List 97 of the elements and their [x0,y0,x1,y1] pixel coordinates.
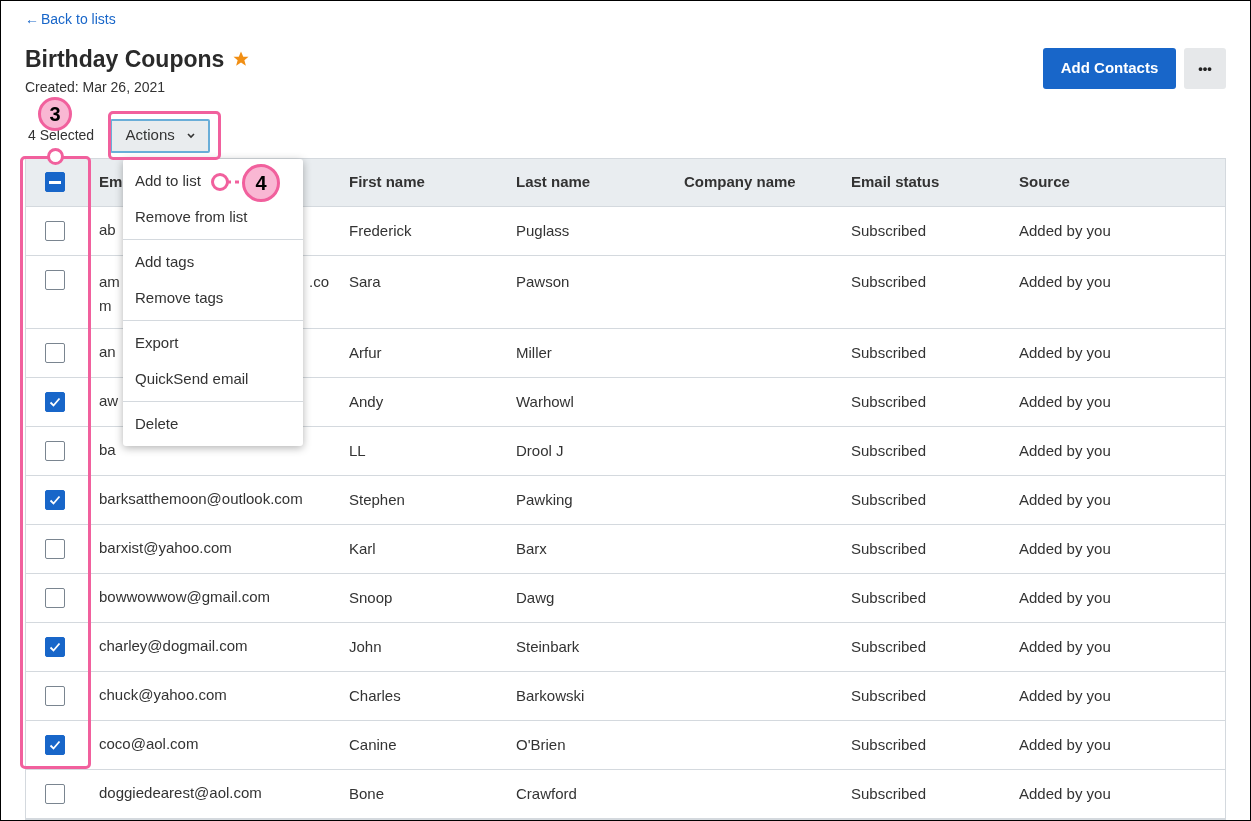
checkbox[interactable] [45,734,65,755]
checkbox[interactable] [45,172,65,192]
table-cell-text: ba [99,440,116,461]
table-cell-text: coco@aol.com [99,734,199,755]
menu-item[interactable]: QuickSend email [135,367,249,391]
table-cell-text: barxist@yahoo.com [99,538,232,559]
table-cell: Arfur [349,343,382,361]
table-cell: Subscribed [851,392,927,410]
table-cell: Subscribed [851,637,927,655]
table-cell: Canine [349,735,397,753]
table-cell: Added by you [1019,490,1111,508]
table-cell: Added by you [1019,784,1111,802]
table-cell: Pawson [516,272,570,290]
checkbox[interactable] [45,269,65,290]
checkbox[interactable] [45,636,65,657]
table-cell: Added by you [1019,221,1111,239]
table-cell: Added by you [1019,588,1111,606]
table-cell: Subscribed [851,735,927,753]
table-cell: Barkowski [516,686,585,704]
checkbox[interactable] [45,538,65,559]
table-cell: Snoop [349,588,393,606]
column-header: Em [99,171,123,192]
table-cell: Andy [349,392,384,410]
table-cell-text: chuck@yahoo.com [99,685,227,706]
table-cell: Added by you [1019,272,1111,290]
table-cell-text: .co [309,271,329,292]
created-date: Created: Mar 26, 2021 [25,77,167,97]
table-cell: Subscribed [851,784,927,802]
callout-badge: 3 [38,97,72,131]
table-cell: Miller [516,343,552,361]
menu-item[interactable]: Add tags [135,250,195,274]
add-contacts-button[interactable]: Add Contacts [1043,48,1176,89]
table-cell: Warhowl [516,392,574,410]
checkbox[interactable] [45,342,65,363]
table-cell: Steinbark [516,637,580,655]
table-cell: Drool J [516,441,564,459]
table-cell: Subscribed [851,539,927,557]
table-cell-text: doggiedearest@aol.com [99,783,262,804]
table-cell: Added by you [1019,637,1111,655]
table-cell: Added by you [1019,686,1111,704]
checkbox[interactable] [45,783,65,804]
star-icon[interactable] [232,50,251,69]
list-title: Birthday Coupons [25,45,225,74]
column-header: Company name [684,171,796,192]
table-cell: Added by you [1019,343,1111,361]
menu-item[interactable]: Export [135,331,179,355]
table-cell: Puglass [516,221,570,239]
checkbox[interactable] [45,587,65,608]
table-cell: O'Brien [516,735,566,753]
table-cell-text: am [99,271,120,292]
table-cell: Subscribed [851,272,927,290]
table-cell: Added by you [1019,735,1111,753]
table-cell: Charles [349,686,401,704]
column-header: First name [349,171,425,192]
table-cell-text: an [99,342,116,363]
table-cell: Karl [349,539,376,557]
table-cell: Added by you [1019,539,1111,557]
back-link[interactable]: ←Back to lists [25,9,116,30]
table-cell: Barx [516,539,547,557]
menu-item[interactable]: Add to list [135,169,201,193]
column-header: Email status [851,171,940,192]
table-cell: Subscribed [851,490,927,508]
table-cell: Added by you [1019,392,1111,410]
checkbox[interactable] [45,391,65,412]
table-cell-text: ab [99,220,116,241]
table-cell-text: charley@dogmail.com [99,636,248,657]
column-header: Last name [516,171,591,192]
table-cell: Subscribed [851,441,927,459]
table-cell: Crawford [516,784,577,802]
table-cell: Sara [349,272,381,290]
table-cell-text: barksatthemoon@outlook.com [99,489,303,510]
table-cell: Pawking [516,490,573,508]
table-cell: Frederick [349,221,412,239]
table-cell-text: bowwowwow@gmail.com [99,587,271,608]
table-cell: Subscribed [851,221,927,239]
table-cell-text: aw [99,391,119,412]
menu-item[interactable]: Remove from list [135,205,248,229]
table-cell: Subscribed [851,588,927,606]
table-cell: Added by you [1019,441,1111,459]
column-header: Source [1019,171,1070,192]
table-cell: Dawg [516,588,555,606]
checkbox[interactable] [45,489,65,510]
table-cell: Bone [349,784,385,802]
menu-item[interactable]: Delete [135,412,179,436]
table-cell: LL [349,441,366,459]
caret-icon [186,132,195,139]
checkbox[interactable] [45,220,65,241]
table-cell-text: m [99,295,112,316]
table-cell: John [349,637,382,655]
checkbox[interactable] [45,440,65,461]
table-cell: Subscribed [851,343,927,361]
actions-dropdown[interactable]: Actions [110,118,211,153]
table-cell: Subscribed [851,686,927,704]
checkbox[interactable] [45,685,65,706]
table-cell: Stephen [349,490,405,508]
more-button[interactable]: ••• [1184,48,1226,89]
menu-item[interactable]: Remove tags [135,286,224,310]
